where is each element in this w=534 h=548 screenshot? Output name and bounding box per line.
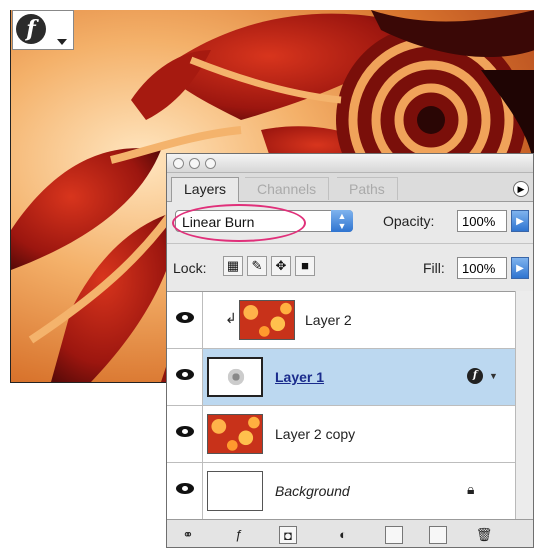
opacity-field[interactable]: 100% bbox=[457, 210, 507, 232]
add-style-icon[interactable]: ƒ bbox=[227, 526, 251, 544]
opacity-label: Opacity: bbox=[383, 213, 435, 229]
layer-effects-icon: f bbox=[16, 14, 46, 44]
select-arrows-icon: ▲ ▼ bbox=[331, 210, 353, 232]
layer-list-scrollbar[interactable] bbox=[515, 291, 533, 519]
layer-name: Layer 2 copy bbox=[275, 426, 356, 442]
palette-bottom-bar: ⚭ ƒ ◘ ◐ 🗑︎ bbox=[167, 519, 533, 547]
add-mask-icon[interactable]: ◘ bbox=[279, 526, 297, 544]
tab-paths[interactable]: Paths bbox=[337, 177, 398, 200]
close-icon[interactable] bbox=[173, 158, 184, 169]
visibility-toggle[interactable] bbox=[167, 463, 203, 519]
chevron-down-icon[interactable]: ▼ bbox=[489, 371, 498, 381]
new-group-icon[interactable] bbox=[385, 526, 403, 544]
chevron-down-icon bbox=[57, 39, 67, 45]
fill-field[interactable]: 100% bbox=[457, 257, 507, 279]
trash-icon[interactable]: 🗑︎ bbox=[473, 526, 495, 544]
lock-image-icon[interactable]: ✎ bbox=[247, 256, 267, 276]
fill-slider-button[interactable]: ▶ bbox=[511, 257, 529, 279]
clipping-arrow-icon: ↲ bbox=[225, 310, 237, 326]
lock-icon: 🔒︎ bbox=[467, 481, 475, 497]
palette-tabs: Layers Channels Paths ▶ bbox=[167, 173, 533, 202]
tab-layers[interactable]: Layers bbox=[171, 177, 240, 202]
layer-row[interactable]: ↲ Layer 2 bbox=[167, 292, 515, 349]
lock-all-icon[interactable]: ■ bbox=[295, 256, 315, 276]
palette-titlebar[interactable] bbox=[167, 154, 533, 173]
visibility-toggle[interactable] bbox=[167, 349, 203, 405]
layer-thumbnail bbox=[207, 414, 263, 454]
tab-channels[interactable]: Channels bbox=[245, 177, 330, 200]
lock-transparency-icon[interactable]: ▦ bbox=[223, 256, 243, 276]
blend-options-row: Linear Burn ▲ ▼ Opacity: 100% ▶ bbox=[167, 201, 533, 243]
blend-mode-select[interactable]: Linear Burn ▲ ▼ bbox=[172, 204, 353, 242]
layer-list: ↲ Layer 2 Layer 1 f ▼ Layer 2 copy Backg… bbox=[167, 291, 515, 520]
fill-label: Fill: bbox=[423, 260, 445, 276]
layer-thumbnail bbox=[207, 357, 263, 397]
layers-palette: Layers Channels Paths ▶ Linear Burn ▲ ▼ O… bbox=[166, 153, 534, 548]
eye-icon bbox=[176, 312, 194, 323]
zoom-icon[interactable] bbox=[205, 158, 216, 169]
lock-label: Lock: bbox=[173, 260, 207, 276]
layer-thumbnail bbox=[207, 471, 263, 511]
lock-position-icon[interactable]: ✥ bbox=[271, 256, 291, 276]
link-layers-icon[interactable]: ⚭ bbox=[175, 526, 201, 544]
adjustment-layer-icon[interactable]: ◐ bbox=[331, 526, 355, 544]
layer-name: Layer 1 bbox=[275, 369, 325, 385]
visibility-toggle[interactable] bbox=[167, 292, 203, 348]
visibility-toggle[interactable] bbox=[167, 406, 203, 462]
layer-row[interactable]: Layer 2 copy bbox=[167, 406, 515, 463]
layer-name: Layer 2 bbox=[305, 312, 352, 328]
eye-icon bbox=[176, 426, 194, 437]
layer-name: Background bbox=[275, 483, 350, 499]
layer-row-selected[interactable]: Layer 1 f ▼ bbox=[167, 349, 515, 406]
minimize-icon[interactable] bbox=[189, 158, 200, 169]
palette-menu-icon[interactable]: ▶ bbox=[513, 181, 529, 197]
layer-thumbnail bbox=[239, 300, 295, 340]
eye-icon bbox=[176, 369, 194, 380]
layer-effects-badge[interactable]: f bbox=[12, 10, 74, 50]
blend-mode-value: Linear Burn bbox=[182, 214, 255, 230]
layer-row[interactable]: Background 🔒︎ bbox=[167, 463, 515, 520]
lock-options-row: Lock: ▦ ✎ ✥ ■ Fill: 100% ▶ bbox=[167, 243, 533, 292]
new-layer-icon[interactable] bbox=[429, 526, 447, 544]
opacity-slider-button[interactable]: ▶ bbox=[511, 210, 529, 232]
layer-effects-icon[interactable]: f bbox=[467, 368, 483, 384]
eye-icon bbox=[176, 483, 194, 494]
